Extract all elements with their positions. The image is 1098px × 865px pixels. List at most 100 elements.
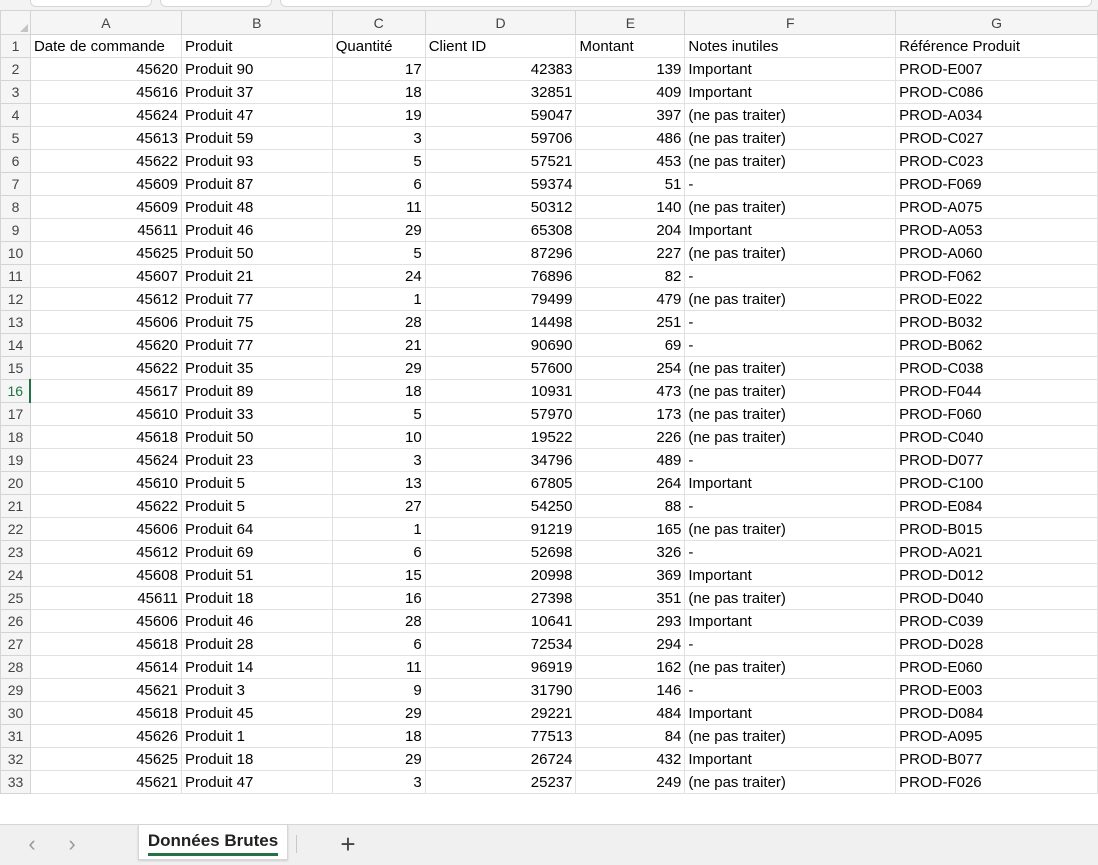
cell-quantite[interactable]: 29 <box>331 218 426 242</box>
cell-produit[interactable]: Produit 5 <box>180 494 333 518</box>
cell-reference[interactable]: PROD-A095 <box>895 724 1098 748</box>
cell-date[interactable]: 45606 <box>29 310 182 334</box>
cell-date[interactable]: 45611 <box>29 218 182 242</box>
cell-client-id[interactable]: 14498 <box>424 310 577 334</box>
cell-date[interactable]: 45610 <box>29 402 182 426</box>
cell-produit[interactable]: Produit 64 <box>180 517 333 541</box>
cell-produit[interactable]: Produit 77 <box>180 333 333 357</box>
cell-date[interactable]: 45616 <box>29 80 182 104</box>
row-header[interactable]: 13 <box>0 310 31 334</box>
cell-quantite[interactable]: 28 <box>331 609 426 633</box>
cell-montant[interactable]: 204 <box>575 218 686 242</box>
cell-produit[interactable]: Produit 5 <box>180 471 333 495</box>
row-header[interactable]: 17 <box>0 402 31 426</box>
cell-reference[interactable]: PROD-E084 <box>895 494 1098 518</box>
cell-produit[interactable]: Produit 33 <box>180 402 333 426</box>
cell-montant[interactable]: 146 <box>575 678 686 702</box>
row-header[interactable]: 3 <box>0 80 31 104</box>
cell-montant[interactable]: 173 <box>575 402 686 426</box>
row-header[interactable]: 10 <box>0 241 31 265</box>
cell-notes[interactable]: - <box>684 540 897 564</box>
cell-notes[interactable]: - <box>684 494 897 518</box>
cell-produit[interactable]: Produit 48 <box>180 195 333 219</box>
row-header[interactable]: 2 <box>0 57 31 81</box>
cell-montant[interactable]: 479 <box>575 287 686 311</box>
cell-reference[interactable]: PROD-D077 <box>895 448 1098 472</box>
cell-montant[interactable]: 249 <box>575 770 686 794</box>
cell-header-produit[interactable]: Produit <box>180 34 333 58</box>
cell-notes[interactable]: (ne pas traiter) <box>684 195 897 219</box>
cell-montant[interactable]: 473 <box>575 379 686 403</box>
cell-produit[interactable]: Produit 46 <box>180 609 333 633</box>
cell-notes[interactable]: - <box>684 333 897 357</box>
cell-reference[interactable]: PROD-A075 <box>895 195 1098 219</box>
cell-date[interactable]: 45625 <box>29 747 182 771</box>
cell-notes[interactable]: - <box>684 310 897 334</box>
cell-client-id[interactable]: 52698 <box>424 540 577 564</box>
cell-date[interactable]: 45612 <box>29 287 182 311</box>
row-header[interactable]: 16 <box>0 379 32 403</box>
cell-produit[interactable]: Produit 21 <box>180 264 333 288</box>
cell-montant[interactable]: 409 <box>575 80 686 104</box>
cell-date[interactable]: 45608 <box>29 563 182 587</box>
cell-client-id[interactable]: 76896 <box>424 264 577 288</box>
cell-notes[interactable]: Important <box>684 218 897 242</box>
row-header[interactable]: 14 <box>0 333 31 357</box>
cell-reference[interactable]: PROD-E007 <box>895 57 1098 81</box>
cell-montant[interactable]: 453 <box>575 149 686 173</box>
cell-reference[interactable]: PROD-F060 <box>895 402 1098 426</box>
cell-produit[interactable]: Produit 35 <box>180 356 333 380</box>
cell-client-id[interactable]: 65308 <box>424 218 577 242</box>
cell-client-id[interactable]: 10931 <box>424 379 577 403</box>
cell-client-id[interactable]: 10641 <box>424 609 577 633</box>
cell-reference[interactable]: PROD-C038 <box>895 356 1098 380</box>
cell-date[interactable]: 45620 <box>29 57 182 81</box>
cell-reference[interactable]: PROD-A060 <box>895 241 1098 265</box>
cell-quantite[interactable]: 27 <box>331 494 426 518</box>
cell-quantite[interactable]: 18 <box>331 80 426 104</box>
cell-produit[interactable]: Produit 47 <box>180 103 333 127</box>
row-header[interactable]: 25 <box>0 586 31 610</box>
cell-quantite[interactable]: 6 <box>331 540 426 564</box>
cell-client-id[interactable]: 54250 <box>424 494 577 518</box>
cell-quantite[interactable]: 3 <box>331 126 426 150</box>
cell-reference[interactable]: PROD-F062 <box>895 264 1098 288</box>
cell-date[interactable]: 45617 <box>29 379 182 403</box>
cell-reference[interactable]: PROD-F044 <box>895 379 1098 403</box>
cell-montant[interactable]: 82 <box>575 264 686 288</box>
cell-date[interactable]: 45625 <box>29 241 182 265</box>
cell-produit[interactable]: Produit 23 <box>180 448 333 472</box>
cell-quantite[interactable]: 29 <box>331 701 426 725</box>
cell-reference[interactable]: PROD-B032 <box>895 310 1098 334</box>
row-header[interactable]: 29 <box>0 678 31 702</box>
cell-notes[interactable]: - <box>684 172 897 196</box>
cell-client-id[interactable]: 90690 <box>424 333 577 357</box>
cell-quantite[interactable]: 11 <box>331 195 426 219</box>
cell-montant[interactable]: 51 <box>575 172 686 196</box>
cell-notes[interactable]: - <box>684 448 897 472</box>
cell-montant[interactable]: 432 <box>575 747 686 771</box>
cell-notes[interactable]: - <box>684 678 897 702</box>
row-header[interactable]: 12 <box>0 287 31 311</box>
row-header[interactable]: 24 <box>0 563 31 587</box>
cell-produit[interactable]: Produit 50 <box>180 241 333 265</box>
sheet-tab-donnees-brutes[interactable]: Données Brutes <box>138 825 288 860</box>
cell-reference[interactable]: PROD-C039 <box>895 609 1098 633</box>
cell-notes[interactable]: (ne pas traiter) <box>684 402 897 426</box>
cell-produit[interactable]: Produit 89 <box>180 379 333 403</box>
cell-date[interactable]: 45620 <box>29 333 182 357</box>
cell-quantite[interactable]: 16 <box>331 586 426 610</box>
cell-client-id[interactable]: 50312 <box>424 195 577 219</box>
row-header[interactable]: 32 <box>0 747 31 771</box>
row-header[interactable]: 23 <box>0 540 31 564</box>
row-header[interactable]: 20 <box>0 471 31 495</box>
cell-client-id[interactable]: 29221 <box>424 701 577 725</box>
cell-quantite[interactable]: 9 <box>331 678 426 702</box>
cell-date[interactable]: 45622 <box>29 356 182 380</box>
cell-quantite[interactable]: 21 <box>331 333 426 357</box>
cell-produit[interactable]: Produit 14 <box>180 655 333 679</box>
cell-quantite[interactable]: 5 <box>331 149 426 173</box>
cell-notes[interactable]: Important <box>684 701 897 725</box>
row-header[interactable]: 7 <box>0 172 31 196</box>
cell-quantite[interactable]: 19 <box>331 103 426 127</box>
